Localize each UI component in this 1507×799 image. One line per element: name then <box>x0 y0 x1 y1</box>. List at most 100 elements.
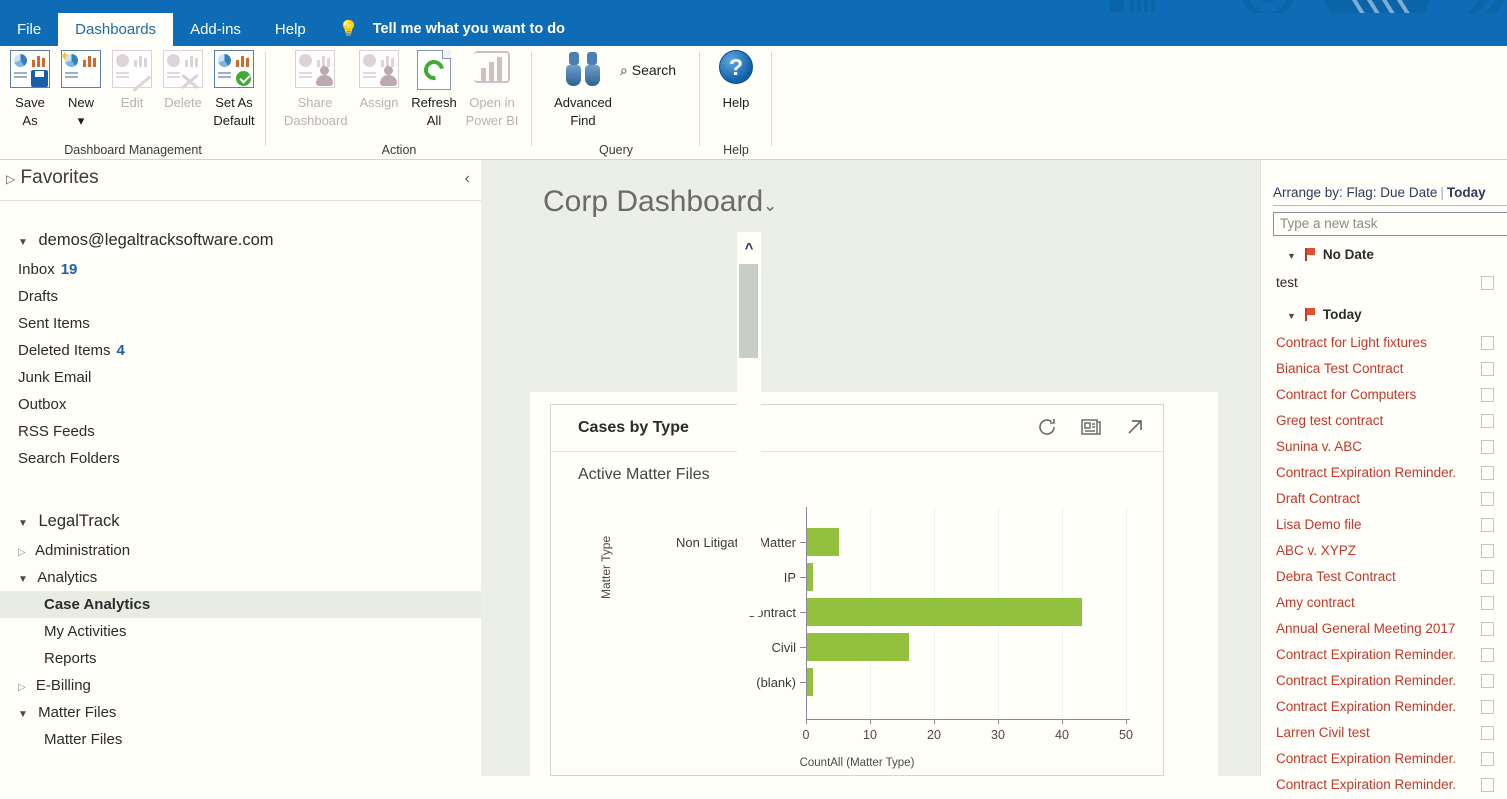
legaltrack-root[interactable]: ▼ LegalTrack <box>0 506 481 537</box>
refresh-icon[interactable] <box>1035 415 1063 443</box>
task-complete-checkbox[interactable] <box>1481 778 1494 792</box>
task-row[interactable]: Contract Expiration Reminder. <box>1261 643 1507 669</box>
new-task-input[interactable]: Type a new task <box>1273 212 1507 236</box>
dashboard-scroll-up-icon[interactable]: ^ <box>740 240 758 260</box>
task-row[interactable]: Lisa Demo file <box>1261 513 1507 539</box>
task-complete-checkbox[interactable] <box>1481 336 1494 350</box>
folder-outbox[interactable]: Outbox <box>0 391 481 418</box>
task-row[interactable]: Contract Expiration Reminder. <box>1261 669 1507 695</box>
expand-icon[interactable] <box>1123 415 1151 443</box>
dashboard-selector-chevron-down-icon[interactable]: ⌄ <box>763 196 777 216</box>
sidebar-item-my-activities[interactable]: My Activities <box>0 618 481 645</box>
reports-label: Reports <box>44 650 97 667</box>
task-complete-checkbox[interactable] <box>1481 492 1494 506</box>
task-complete-checkbox[interactable] <box>1481 440 1494 454</box>
chart-bar[interactable] <box>807 598 1083 626</box>
task-label: Contract Expiration Reminder. <box>1276 465 1457 480</box>
chart-bar[interactable] <box>807 528 839 556</box>
task-group-today[interactable]: ▼ Today <box>1287 307 1362 322</box>
view-records-icon[interactable] <box>1079 415 1107 443</box>
tab-help[interactable]: Help <box>258 13 323 46</box>
help-button[interactable]: ? Help <box>709 50 763 110</box>
task-row[interactable]: Draft Contract <box>1261 487 1507 513</box>
chart-bar[interactable] <box>807 668 814 696</box>
folder-drafts[interactable]: Drafts <box>0 283 481 310</box>
group-label-help: Help <box>723 143 749 157</box>
advanced-find-button[interactable]: Advanced Find <box>546 50 620 128</box>
task-row[interactable]: Contract Expiration Reminder. <box>1261 747 1507 773</box>
task-complete-checkbox[interactable] <box>1481 700 1494 714</box>
task-complete-checkbox[interactable] <box>1481 466 1494 480</box>
save-as-button[interactable]: Save As <box>3 50 57 128</box>
arrange-by-value[interactable]: Today <box>1447 185 1486 200</box>
task-row[interactable]: Amy contract <box>1261 591 1507 617</box>
task-row[interactable]: Contract Expiration Reminder. <box>1261 695 1507 721</box>
task-complete-checkbox[interactable] <box>1481 544 1494 558</box>
task-row[interactable]: Contract for Computers <box>1261 383 1507 409</box>
task-label: Contract Expiration Reminder. <box>1276 699 1457 714</box>
task-row[interactable]: Annual General Meeting 2017 <box>1261 617 1507 643</box>
folder-inbox[interactable]: Inbox 19 <box>0 256 481 283</box>
task-complete-checkbox[interactable] <box>1481 388 1494 402</box>
collapse-pane-icon[interactable]: ‹ <box>465 170 470 188</box>
task-complete-checkbox[interactable] <box>1481 622 1494 636</box>
task-row[interactable]: Contract Expiration Reminder. <box>1261 773 1507 799</box>
sidebar-item-e-billing[interactable]: ▷ E-Billing <box>0 672 481 699</box>
task-row[interactable]: Debra Test Contract <box>1261 565 1507 591</box>
sidebar-item-administration[interactable]: ▷ Administration <box>0 537 481 564</box>
task-complete-checkbox[interactable] <box>1481 518 1494 532</box>
chart-bar[interactable] <box>807 563 814 591</box>
tab-add-ins[interactable]: Add-ins <box>173 13 258 46</box>
no-date-collapse-icon: ▼ <box>1287 251 1296 261</box>
new-button[interactable]: ✦ New ▾ <box>54 48 108 128</box>
dashboard-scrollbar[interactable]: ^ <box>737 232 761 616</box>
task-row[interactable]: ABC v. XYPZ <box>1261 539 1507 565</box>
task-row[interactable]: Larren Civil test <box>1261 721 1507 747</box>
favorites-header[interactable]: ▷ Favorites <box>6 167 99 189</box>
sidebar-item-reports[interactable]: Reports <box>0 645 481 672</box>
dashboard-scroll-thumb[interactable] <box>739 264 758 358</box>
task-complete-checkbox[interactable] <box>1481 726 1494 740</box>
task-label: Lisa Demo file <box>1276 517 1362 532</box>
task-complete-checkbox[interactable] <box>1481 570 1494 584</box>
task-complete-checkbox[interactable] <box>1481 276 1494 290</box>
task-complete-checkbox[interactable] <box>1481 362 1494 376</box>
tell-me-search[interactable]: Tell me what you want to do <box>365 13 565 46</box>
tab-file[interactable]: File <box>0 13 58 46</box>
chart-bar[interactable] <box>807 633 910 661</box>
folder-junk-email[interactable]: Junk Email <box>0 364 481 391</box>
task-complete-checkbox[interactable] <box>1481 414 1494 428</box>
arrange-by-header[interactable]: Arrange by: Flag: Due Date | Today <box>1273 185 1486 200</box>
sidebar-item-matter-files[interactable]: Matter Files <box>0 726 481 753</box>
tab-dashboards[interactable]: Dashboards <box>58 13 174 46</box>
task-row[interactable]: Contract for Light fixtures <box>1261 331 1507 357</box>
task-complete-checkbox[interactable] <box>1481 752 1494 766</box>
analytics-collapse-icon: ▼ <box>18 574 28 585</box>
task-label: Draft Contract <box>1276 491 1361 506</box>
task-row[interactable]: Greg test contract <box>1261 409 1507 435</box>
sidebar-item-case-analytics[interactable]: Case Analytics <box>0 591 481 618</box>
task-group-no-date[interactable]: ▼ No Date <box>1287 247 1374 262</box>
search-button[interactable]: ⌕ Search <box>620 62 676 79</box>
folder-deleted-items[interactable]: Deleted Items 4 <box>0 337 481 364</box>
task-complete-checkbox[interactable] <box>1481 648 1494 662</box>
folder-sent-items[interactable]: Sent Items <box>0 310 481 337</box>
task-row[interactable]: Bianica Test Contract <box>1261 357 1507 383</box>
task-row[interactable]: test <box>1261 271 1507 297</box>
folder-search-folders[interactable]: Search Folders <box>0 445 481 472</box>
sidebar-item-analytics[interactable]: ▼ Analytics <box>0 564 481 591</box>
new-dropdown-caret[interactable]: ▾ <box>54 113 108 128</box>
search-label: Search <box>631 62 677 78</box>
folder-rss-feeds[interactable]: RSS Feeds <box>0 418 481 445</box>
task-complete-checkbox[interactable] <box>1481 596 1494 610</box>
task-complete-checkbox[interactable] <box>1481 674 1494 688</box>
account-header[interactable]: ▼ demos@legaltracksoftware.com <box>0 225 481 256</box>
task-row[interactable]: Contract Expiration Reminder. <box>1261 461 1507 487</box>
refresh-all-icon <box>417 50 451 90</box>
refresh-all-button[interactable]: Refresh All <box>408 50 460 128</box>
delete-label: Delete <box>164 95 202 110</box>
sidebar-item-matter-files-group[interactable]: ▼ Matter Files <box>0 699 481 726</box>
task-label: Debra Test Contract <box>1276 569 1396 584</box>
set-as-default-button[interactable]: Set As Default <box>207 50 261 128</box>
task-row[interactable]: Sunina v. ABC <box>1261 435 1507 461</box>
